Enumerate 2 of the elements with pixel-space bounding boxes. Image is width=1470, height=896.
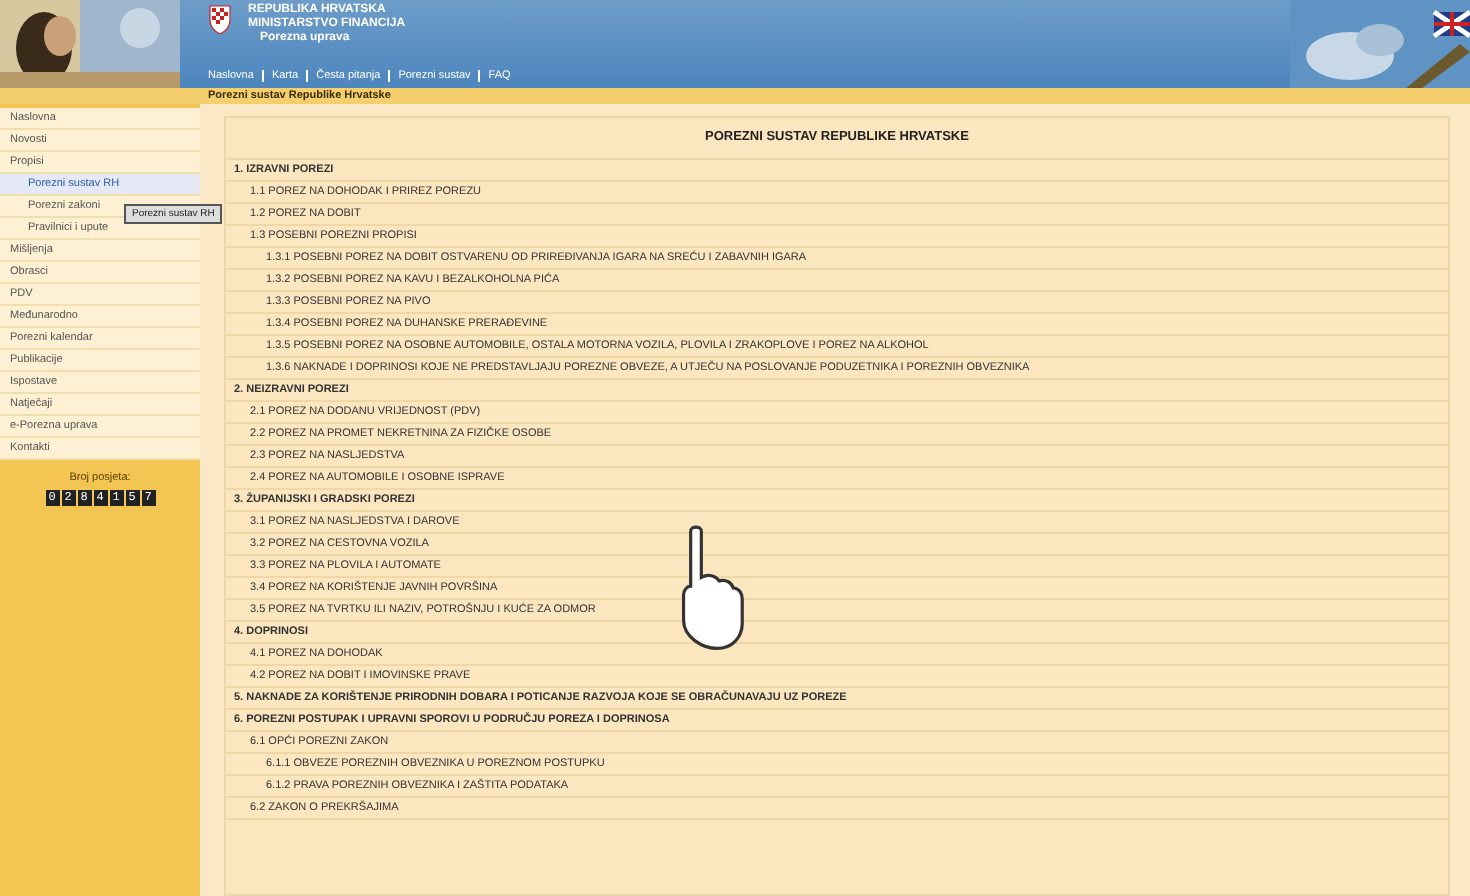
hand-cursor-icon [680, 524, 744, 652]
coat-of-arms-icon [208, 4, 232, 34]
